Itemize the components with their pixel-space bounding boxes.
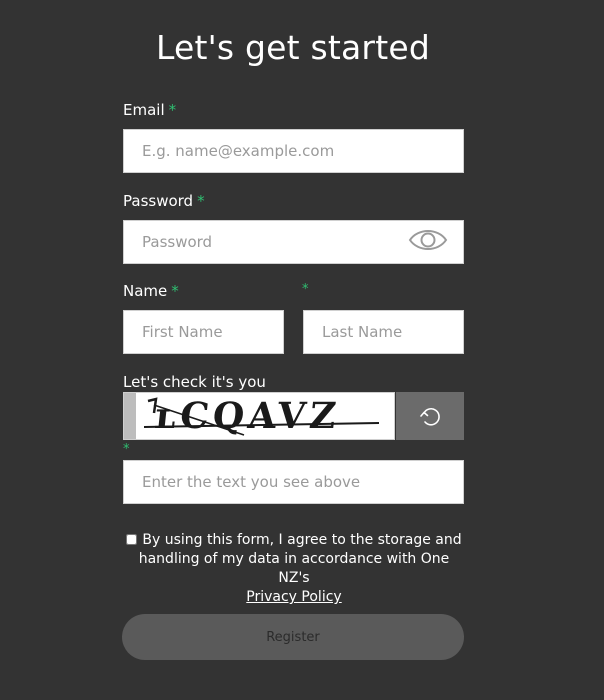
consent-checkbox[interactable] — [126, 534, 138, 545]
captcha-image: ʟCQAVZ — [123, 392, 395, 440]
consent-block: By using this form, I agree to the stora… — [124, 531, 464, 607]
email-label-text: Email — [123, 101, 165, 119]
captcha-label: Let's check it's you — [123, 373, 266, 391]
password-required-mark: * — [197, 192, 205, 210]
email-label: Email * — [123, 101, 176, 119]
captcha-required-mark: * — [123, 442, 130, 457]
last-name-input[interactable] — [303, 310, 464, 354]
privacy-policy-link[interactable]: Privacy Policy — [246, 589, 341, 605]
captcha-input[interactable] — [123, 460, 464, 504]
email-input[interactable] — [123, 129, 464, 173]
password-label: Password * — [123, 192, 205, 210]
password-label-text: Password — [123, 192, 194, 210]
last-name-required-mark: * — [302, 282, 309, 297]
first-name-input[interactable] — [123, 310, 284, 354]
consent-text: By using this form, I agree to the stora… — [138, 532, 462, 586]
name-label-text: Name — [123, 282, 168, 300]
register-button[interactable]: Register — [122, 614, 464, 660]
email-required-mark: * — [168, 101, 177, 119]
captcha-text: ʟCQAVZ — [151, 395, 342, 437]
name-label: Name * — [123, 282, 179, 300]
page-title: Let's get started — [156, 28, 430, 67]
eye-icon[interactable] — [408, 226, 448, 254]
name-required-mark: * — [171, 282, 179, 300]
refresh-icon — [420, 407, 440, 426]
refresh-captcha-button[interactable] — [396, 392, 464, 440]
